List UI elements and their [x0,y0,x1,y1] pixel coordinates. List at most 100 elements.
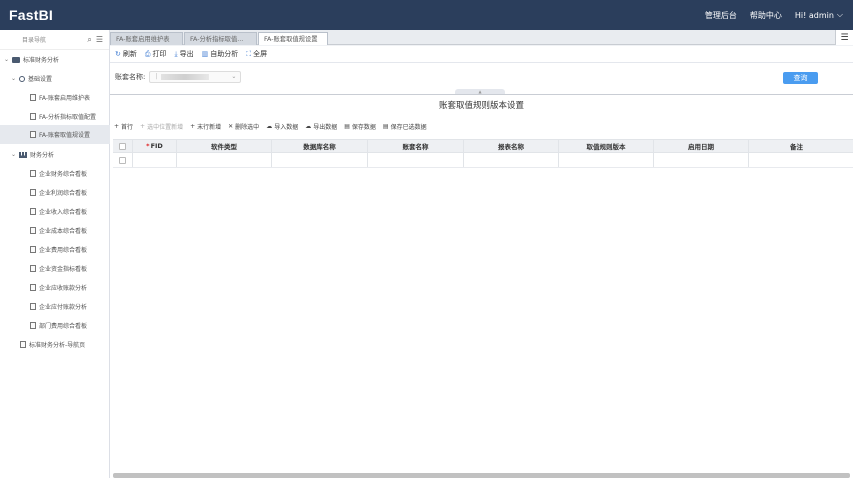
table-cell[interactable] [749,153,844,167]
table-cell[interactable] [272,153,368,167]
delete-selected-button[interactable]: ✕ 删除选中 [228,122,259,131]
tree-item[interactable]: 企业费用综合看板 [0,240,110,259]
table-row[interactable] [113,153,853,168]
tree-item[interactable]: 部门费用综合看板 [0,316,110,335]
sidebar-title: 目录导航 [22,37,47,44]
column-header-fid[interactable]: * FID [133,140,177,152]
tab-menu-icon[interactable]: ☰ [835,30,853,45]
plus-icon: + [114,123,120,130]
tree-item-label: FA-账套启用维护表 [39,95,91,102]
fullscreen-button[interactable]: ⛶ 全屏 [246,49,267,59]
document-icon [30,284,36,291]
user-greeting[interactable]: Hi! admin [795,11,834,20]
tree-item-label: 部门费用综合看板 [39,323,88,330]
page-toolbar: ↻ 刷新 ⎙ 打印 ⤓ 导出 ▥ 自助分析 ⛶ 全屏 [110,46,853,62]
nav-admin-link[interactable]: 管理后台 [705,10,737,21]
fullscreen-label: 全屏 [253,50,268,58]
self-analysis-button[interactable]: ▥ 自助分析 [202,49,239,59]
tree-item-label: 标准财务分析-导航页 [29,342,86,349]
export-button[interactable]: ⤓ 导出 [174,49,193,59]
horizontal-scrollbar[interactable] [113,473,850,478]
action-label: 首行 [121,124,134,131]
folder-icon [12,56,20,63]
menu-toggle-icon[interactable]: ☰ [96,35,103,44]
select-caret: | [155,73,158,80]
column-header[interactable]: 账套名称 [368,140,464,152]
sidebar: 目录导航 ⌕ ☰ ⌄ 标准财务分析 ⌄ 基础设置 FA-账套启用维护表 FA-分… [0,30,110,478]
tree-group-label: 财务分析 [30,152,55,159]
tab-bar: FA-账套启用维护表 FA-分析指标取值... FA-账套取值规设置 ☰ [110,30,853,45]
column-header[interactable]: 取值规则版本 [559,140,654,152]
table-cell[interactable] [464,153,559,167]
column-header[interactable]: 报表名称 [464,140,559,152]
tree-root[interactable]: ⌄ 标准财务分析 [0,50,110,69]
table-cell[interactable] [133,153,177,167]
column-header[interactable]: 备注 [749,140,844,152]
save-icon: ▤ [344,123,350,130]
action-label: 末行新增 [197,124,222,131]
plus-icon: + [190,123,196,130]
table-cell[interactable] [177,153,272,167]
tree-item[interactable]: 企业收入综合看板 [0,202,110,221]
insert-first-row-button[interactable]: + 首行 [114,122,133,131]
import-data-button[interactable]: ☁ 导入数据 [266,122,298,131]
account-name-select[interactable]: | ⌄ [149,70,242,83]
bar-chart-icon: ▥ [201,50,209,58]
tree-item-label: 企业利润综合看板 [39,190,88,197]
tree-root-label: 标准财务分析 [23,57,60,64]
tab-account-rule-settings[interactable]: FA-账套取值规设置 [258,32,328,45]
column-header[interactable]: 数据库名称 [272,140,368,152]
content-panel: 账套名称: | ⌄ 查询 ▲ 账套取值规则版本设置 + 首行 + 选中位置新增 + 末… [110,62,853,478]
tree-item[interactable]: FA-分析指标取值配置 [0,107,110,126]
tree-group-basic[interactable]: ⌄ 基础设置 [0,69,110,88]
chevron-down-icon[interactable]: ⌵ [837,10,843,20]
document-icon [30,189,36,196]
document-icon [30,94,36,101]
tree-item[interactable]: 企业成本综合看板 [0,221,110,240]
tree-item[interactable]: FA-账套启用维护表 [0,88,110,107]
table-cell[interactable] [368,153,464,167]
refresh-button[interactable]: ↻ 刷新 [115,49,137,59]
required-mark: * [146,142,150,150]
refresh-icon: ↻ [115,50,121,58]
grid-title: 账套取值规则版本设置 [438,101,524,111]
gear-icon [19,75,25,82]
tree-item-label: 企业应收账款分析 [39,285,88,292]
tree-group-finance[interactable]: ⌄ 财务分析 [0,145,110,164]
tree-item[interactable]: 企业应付账款分析 [0,297,110,316]
data-grid: * FID 软件类型 数据库名称 账套名称 报表名称 取值规则版本 启用日期 备注 [113,139,853,168]
tree-item[interactable]: 企业利润综合看板 [0,183,110,202]
tab-account-enable[interactable]: FA-账套启用维护表 [110,32,183,45]
save-selected-button[interactable]: ▤ 保存已选数据 [383,122,427,131]
column-header[interactable]: 启用日期 [654,140,749,152]
document-icon [30,265,36,272]
tree-item[interactable]: 企业财务综合看板 [0,164,110,183]
select-all-checkbox[interactable] [119,142,126,150]
row-checkbox[interactable] [119,156,126,164]
account-name-label: 账套名称: [115,72,146,81]
tree-item[interactable]: 标准财务分析-导航页 [0,335,110,354]
insert-at-selection-button[interactable]: + 选中位置新增 [140,122,183,131]
table-cell[interactable] [559,153,654,167]
column-header[interactable]: 软件类型 [177,140,272,152]
nav-help-link[interactable]: 帮助中心 [750,10,782,21]
chart-icon [19,151,27,158]
search-icon[interactable]: ⌕ [87,35,91,45]
query-button[interactable]: 查询 [783,72,818,84]
append-row-button[interactable]: + 末行新增 [190,122,221,131]
fullscreen-icon: ⛶ [246,49,252,58]
document-icon [30,322,36,329]
document-icon [20,341,26,348]
close-icon: ✕ [228,123,234,130]
table-cell[interactable] [654,153,749,167]
row-select-cell [113,153,133,167]
save-data-button[interactable]: ▤ 保存数据 [344,122,376,131]
tab-indicator-config[interactable]: FA-分析指标取值... [184,32,257,45]
tree-item[interactable]: 企业应收账款分析 [0,278,110,297]
print-button[interactable]: ⎙ 打印 [145,49,167,59]
tree-item-label: FA-分析指标取值配置 [39,114,97,121]
tree-item-active[interactable]: FA-账套取值规设置 [0,125,110,144]
action-label: 保存数据 [351,124,376,131]
export-data-button[interactable]: ☁ 导出数据 [305,122,337,131]
tree-item[interactable]: 企业资金指标看板 [0,259,110,278]
